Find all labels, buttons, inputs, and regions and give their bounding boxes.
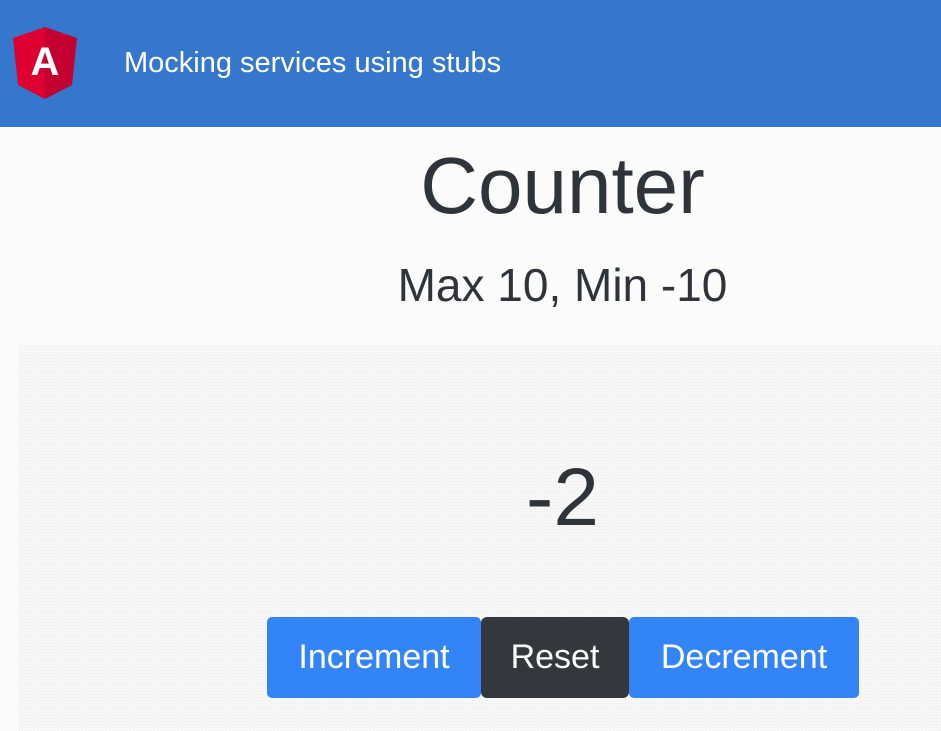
navbar: A Mocking services using stubs (0, 0, 941, 127)
angular-logo-svg: A (13, 27, 77, 99)
decrement-button[interactable]: Decrement (629, 617, 859, 698)
increment-button[interactable]: Increment (267, 617, 481, 698)
logo-letter: A (31, 40, 60, 84)
counter-value: -2 (526, 452, 599, 543)
reset-button[interactable]: Reset (481, 617, 629, 698)
app-title[interactable]: Mocking services using stubs (124, 44, 501, 82)
page-title: Counter (420, 141, 705, 230)
angular-logo-icon[interactable]: A (13, 27, 77, 99)
counter-limits: Max 10, Min -10 (397, 259, 728, 311)
